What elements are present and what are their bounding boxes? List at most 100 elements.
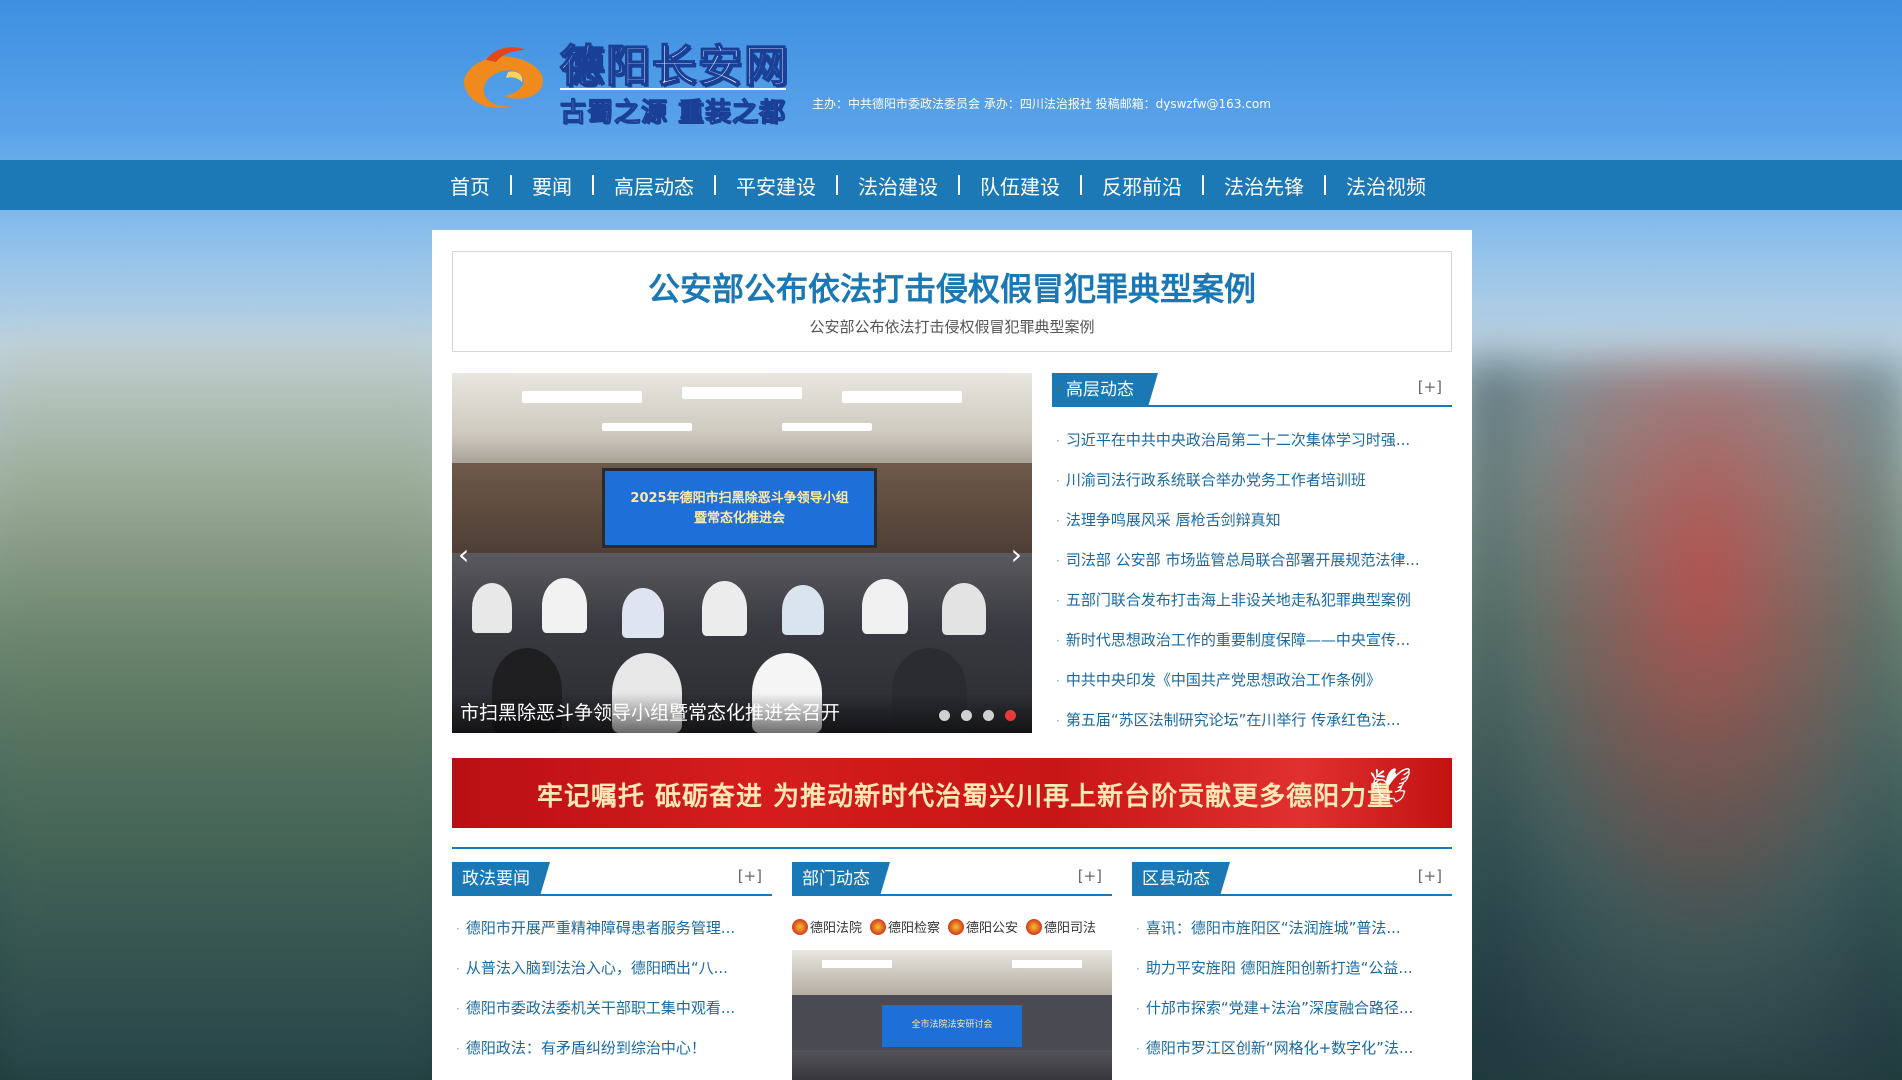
slide-photo-ceiling <box>452 373 1032 473</box>
high-level-more-link[interactable]: [+] <box>1418 378 1442 396</box>
list-item[interactable]: · 五部门联合发布打击海上非设关地走私犯罪典型案例 <box>1056 580 1446 620</box>
logo-emblem-icon <box>464 47 543 109</box>
dept-news-tab[interactable]: 部门动态 <box>792 862 890 896</box>
politics-news-list: · 德阳市开展严重精神障碍患者服务管理... · 从普法入脑到法治入心，德阳晒出“八… <box>456 908 772 1068</box>
nav-item-home[interactable]: 首页 <box>450 171 490 200</box>
promo-banner[interactable]: 牢记嘱托 砥砺奋进 为推动新时代治蜀兴川再上新台阶贡献更多德阳力量 🕊 <box>452 758 1452 828</box>
list-item[interactable]: · 从普法入脑到法治入心，德阳晒出“八... <box>456 948 772 988</box>
list-item[interactable]: · 司法部 公安部 市场监管总局联合部署开展规范法律... <box>1056 540 1446 580</box>
list-item[interactable]: · 德阳政法：有矛盾纠纷到综治中心！ <box>456 1028 772 1068</box>
slider-dot-4[interactable] <box>1005 710 1016 721</box>
nav-item-high-level[interactable]: 高层动态 <box>614 171 694 200</box>
nav-item-anti-cult[interactable]: 反邪前沿 <box>1102 171 1182 200</box>
list-item[interactable]: · 第五届“苏区法制研究论坛”在川举行 传承红色法... <box>1056 700 1446 740</box>
news-title: 新时代思想政治工作的重要制度保障——中央宣传... <box>1065 631 1411 649</box>
list-item[interactable]: · 德阳市罗江区创新“网格化+数字化”法... <box>1136 1028 1452 1068</box>
news-title: 德阳政法：有矛盾纠纷到综治中心！ <box>465 1039 706 1057</box>
politics-news-tab[interactable]: 政法要闻 <box>452 862 550 896</box>
bullet-icon: · <box>1056 514 1060 528</box>
bullet-icon: · <box>1056 674 1060 688</box>
bullet-icon: · <box>456 922 460 936</box>
news-title: 中共中央印发《中国共产党思想政治工作条例》 <box>1065 671 1381 689</box>
nav-separator <box>1202 175 1204 195</box>
bullet-icon: · <box>456 1042 460 1056</box>
headline-title[interactable]: 公安部公布依法打击侵权假冒犯罪典型案例 <box>453 264 1451 310</box>
list-item[interactable]: · 什邡市探索“党建+法治”深度融合路径... <box>1136 988 1452 1028</box>
nav-item-videos[interactable]: 法治视频 <box>1346 171 1426 200</box>
slider-prev-arrow[interactable]: ‹ <box>458 538 469 571</box>
dept-link-justice[interactable]: 德阳司法 <box>1026 917 1096 936</box>
slider-caption[interactable]: 市扫黑除恶斗争领导小组暨常态化推进会召开 <box>460 698 840 725</box>
county-news-tab[interactable]: 区县动态 <box>1132 862 1230 896</box>
attendee <box>542 578 587 633</box>
news-title: 德阳市开展严重精神障碍患者服务管理... <box>465 919 736 937</box>
slider-dot-3[interactable] <box>983 710 994 721</box>
dept-link-procuratorate[interactable]: 德阳检察 <box>870 917 940 936</box>
slider-dot-1[interactable] <box>939 710 950 721</box>
nav-separator <box>714 175 716 195</box>
list-item[interactable]: · 德阳市委政法委机关干部职工集中观看... <box>456 988 772 1028</box>
bullet-icon: · <box>456 962 460 976</box>
list-item[interactable]: · 喜讯：德阳市旌阳区“法润旌城”普法... <box>1136 908 1452 948</box>
attendee <box>622 588 664 638</box>
news-title: 德阳市委政法委机关干部职工集中观看... <box>465 999 736 1017</box>
news-title: 从普法入脑到法治入心，德阳晒出“八... <box>465 959 728 977</box>
photo-slider[interactable]: 2025年德阳市扫黑除恶斗争领导小组 暨常态化推进会 ‹ › 市扫黑除恶斗争领导… <box>452 373 1032 733</box>
nav-item-pioneers[interactable]: 法治先锋 <box>1224 171 1304 200</box>
ceiling-light <box>822 960 892 968</box>
dept-links: 德阳法院 德阳检察 德阳公安 德阳司法 <box>792 917 1104 936</box>
list-item[interactable]: · 中共中央印发《中国共产党思想政治工作条例》 <box>1056 660 1446 700</box>
nav-item-rule-of-law[interactable]: 法治建设 <box>858 171 938 200</box>
screen-text-line2: 暨常态化推进会 <box>693 511 785 526</box>
main-content: 公安部公布依法打击侵权假冒犯罪典型案例 公安部公布依法打击侵权假冒犯罪典型案例 … <box>432 230 1472 1080</box>
politics-news-more-link[interactable]: [+] <box>738 867 762 885</box>
county-news-more-link[interactable]: [+] <box>1418 867 1442 885</box>
list-item[interactable]: · 法理争鸣展风采 唇枪舌剑辩真知 <box>1056 500 1446 540</box>
nav-separator <box>836 175 838 195</box>
news-title: 法理争鸣展风采 唇枪舌剑辩真知 <box>1065 511 1281 529</box>
dept-link-label: 德阳法院 <box>810 921 863 936</box>
dept-news-photo[interactable]: 全市法院法安研讨会 <box>792 950 1112 1080</box>
dept-link-court[interactable]: 德阳法院 <box>792 917 862 936</box>
ceiling-light <box>842 391 962 403</box>
news-title: 司法部 公安部 市场监管总局联合部署开展规范法律... <box>1065 551 1420 569</box>
photo-screen: 全市法院法安研讨会 <box>882 1005 1022 1047</box>
logo-slogan: 古蜀之源 重装之都 <box>559 88 787 129</box>
list-item[interactable]: · 习近平在中共中央政治局第二十二次集体学习时强... <box>1056 420 1446 460</box>
slider-next-arrow[interactable]: › <box>1011 538 1022 571</box>
news-title: 助力平安旌阳 德阳旌阳创新打造“公益... <box>1145 959 1413 977</box>
nav-item-news[interactable]: 要闻 <box>532 171 572 200</box>
dept-link-police[interactable]: 德阳公安 <box>948 917 1018 936</box>
bullet-icon: · <box>1136 922 1140 936</box>
dept-news-more-link[interactable]: [+] <box>1078 867 1102 885</box>
dept-news-section-header: 部门动态 [+] <box>792 862 1112 896</box>
attendee <box>862 579 908 634</box>
nav-item-team[interactable]: 队伍建设 <box>980 171 1060 200</box>
attendee <box>942 583 986 635</box>
logo-title: 德阳长安网 <box>559 40 790 93</box>
nav-separator <box>592 175 594 195</box>
list-item[interactable]: · 川渝司法行政系统联合举办党务工作者培训班 <box>1056 460 1446 500</box>
politics-news-section-header: 政法要闻 [+] <box>452 862 772 896</box>
slide-photo-screen: 2025年德阳市扫黑除恶斗争领导小组 暨常态化推进会 <box>602 468 877 548</box>
high-level-news-list: · 习近平在中共中央政治局第二十二次集体学习时强... · 川渝司法行政系统联合举办… <box>1056 420 1446 740</box>
sponsor-info: 主办：中共德阳市委政法委员会 承办：四川法治报社 投稿邮箱：dyswzfw@16… <box>812 97 1271 111</box>
news-title: 五部门联合发布打击海上非设关地走私犯罪典型案例 <box>1065 591 1411 609</box>
headline-subtitle[interactable]: 公安部公布依法打击侵权假冒犯罪典型案例 <box>453 316 1451 337</box>
site-logo[interactable]: 德阳长安网 古蜀之源 重装之都 <box>450 30 795 129</box>
nav-separator <box>958 175 960 195</box>
county-news-section-header: 区县动态 [+] <box>1132 862 1452 896</box>
dove-icon: 🕊 <box>1368 766 1412 806</box>
high-level-tab[interactable]: 高层动态 <box>1052 373 1158 407</box>
news-title: 什邡市探索“党建+法治”深度融合路径... <box>1145 999 1414 1017</box>
list-item[interactable]: · 德阳市开展严重精神障碍患者服务管理... <box>456 908 772 948</box>
nav-item-safety[interactable]: 平安建设 <box>736 171 816 200</box>
emblem-icon <box>948 918 965 935</box>
list-item[interactable]: · 助力平安旌阳 德阳旌阳创新打造“公益... <box>1136 948 1452 988</box>
slider-dot-2[interactable] <box>961 710 972 721</box>
ceiling-light <box>602 423 692 431</box>
background-scenery-left <box>0 340 440 1080</box>
headline-box: 公安部公布依法打击侵权假冒犯罪典型案例 公安部公布依法打击侵权假冒犯罪典型案例 <box>452 251 1452 352</box>
list-item[interactable]: · 新时代思想政治工作的重要制度保障——中央宣传... <box>1056 620 1446 660</box>
background-scenery-right <box>1462 360 1902 1080</box>
